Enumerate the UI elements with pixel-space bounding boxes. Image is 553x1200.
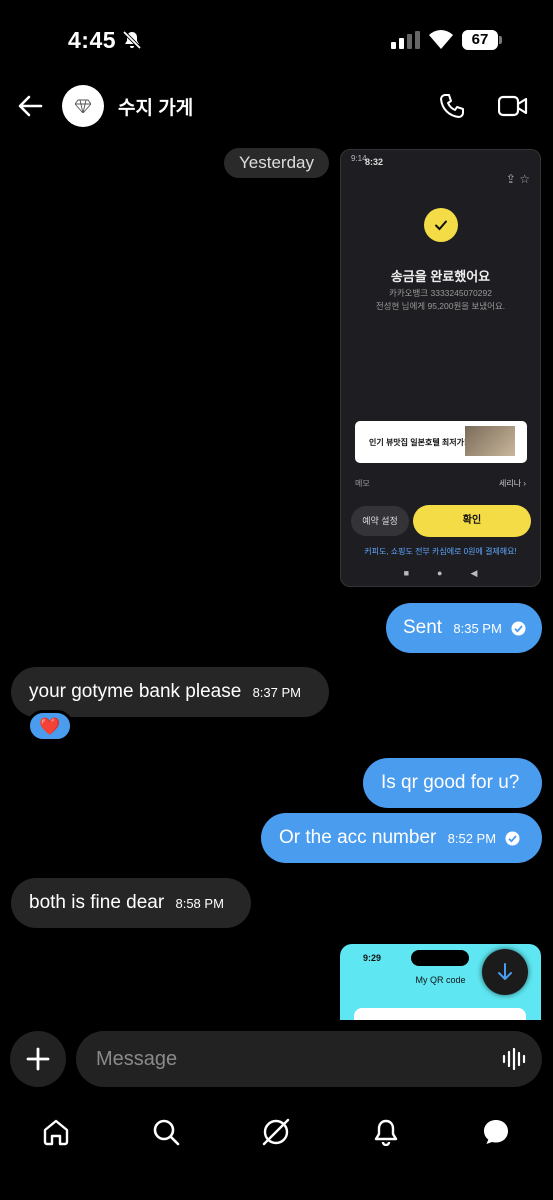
read-check-icon [511,621,526,636]
attachment-memo-label: 메모 [355,479,370,488]
share-icon: ⇪ ☆ [505,172,530,186]
attachment-schedule-button: 예약 설정 [351,506,409,536]
message-time: 8:37 PM [252,685,301,700]
status-bar: 4:45 67 [0,0,553,80]
attachment-ad-text: 인기 뷰맛집 일본호텔 최저가! [369,438,467,447]
read-check-icon [505,831,520,846]
attachment-overlay-time: 8:32 [365,157,384,167]
incoming-message[interactable]: both is fine dear 8:58 PM [11,878,251,928]
search-icon [153,1119,180,1146]
attachment-title: 송금을 완료했어요 [390,269,491,284]
nav-chat[interactable] [474,1110,518,1154]
scroll-down-icon [498,963,512,980]
status-time: 4:45 [68,27,117,53]
attachment-ad-image [465,426,515,456]
date-separator: Yesterday [224,148,329,178]
attachment-account: 카카오뱅크 3333245070292 [389,288,492,298]
call-icon[interactable] [439,93,465,119]
battery-icon: 67 [462,30,498,50]
composer [0,1020,553,1100]
attachment-time: 9:29 [363,953,382,963]
check-circle-icon [424,208,458,242]
plus-icon [26,1047,50,1071]
heart-reaction[interactable]: ❤️ [27,710,73,742]
nav-home[interactable] [34,1110,78,1154]
message-time: 8:35 PM [453,621,502,636]
attachment-sent-line: 전성현 님에게 95,200원을 보냈어요. [375,301,506,311]
outgoing-message[interactable]: Is qr good for u? [363,758,542,808]
message-text: your gotyme bank please [29,681,242,702]
chat-icon [484,1120,508,1144]
nav-search[interactable] [144,1110,188,1154]
message-text: Or the acc number [279,827,437,848]
nav-explore[interactable] [254,1110,298,1154]
home-icon [43,1119,69,1146]
message-text: Sent [403,617,443,638]
diamond-logo-icon [75,99,91,113]
attachment-memo-value: 세리나 › [499,479,526,488]
outgoing-message[interactable]: Sent 8:35 PM [386,603,542,653]
message-input[interactable] [76,1031,542,1087]
attachment-confirm-button: 확인 [413,505,531,537]
nav-notifications[interactable] [364,1110,408,1154]
attachment-nav-icons: ■●◀ [403,568,506,578]
avatar[interactable] [62,85,104,127]
back-arrow-icon[interactable] [16,92,44,120]
chat-header: 수지 가게 [0,80,553,132]
image-attachment[interactable]: 9:14 8:32 ⇪ ☆ 송금을 완료했어요 카카오뱅크 3333245070… [340,149,541,587]
bell-icon [374,1119,398,1146]
voice-wave-icon[interactable] [502,1048,528,1070]
attachment-status-bar: 9:14 8:32 [341,150,540,167]
add-attachment-button[interactable] [10,1031,66,1087]
wifi-icon [429,30,453,49]
dynamic-island [411,950,469,966]
message-text: both is fine dear [29,892,165,913]
heart-icon: ❤️ [39,716,61,736]
attachment-ad: 인기 뷰맛집 일본호텔 최저가! [355,421,527,463]
message-time: 8:58 PM [175,896,224,911]
message-time: 8:52 PM [447,831,497,846]
bottom-nav [0,1100,553,1200]
message-text: Is qr good for u? [381,772,520,793]
video-icon[interactable] [498,94,528,118]
outgoing-message[interactable]: Or the acc number 8:52 PM [261,813,542,863]
signal-icon [391,31,420,49]
attachment-link: 커피도, 쇼핑도 전부 카심에로 0원에 결제해요! [364,547,517,556]
scroll-down-button[interactable] [482,949,528,995]
explore-icon [262,1118,290,1146]
battery-tip [499,36,502,44]
bell-muted-icon [122,30,142,50]
contact-name[interactable]: 수지 가게 [118,93,193,120]
